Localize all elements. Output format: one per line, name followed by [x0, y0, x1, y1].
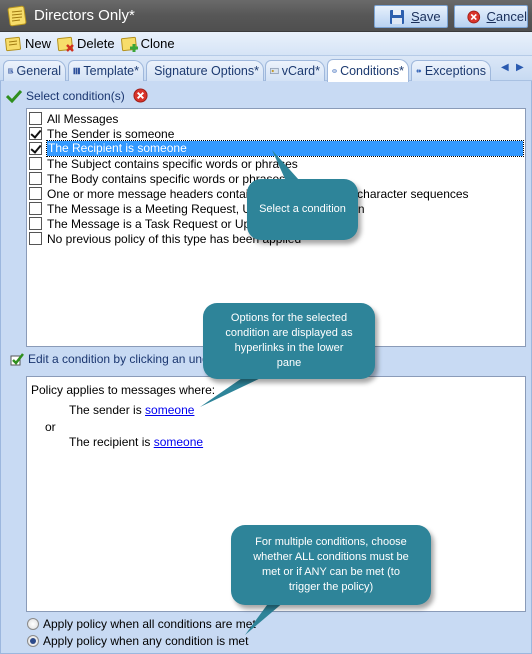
- green-check-icon: [6, 89, 22, 103]
- condition-checkbox[interactable]: [29, 112, 42, 125]
- description-connector: or: [45, 420, 56, 434]
- description-sender-line: The sender is someone: [69, 403, 195, 417]
- tab-vcard[interactable]: vCard*: [265, 60, 325, 81]
- title-bar: Directors Only* Save Cancel: [0, 0, 532, 32]
- apply-all-radio[interactable]: Apply policy when all conditions are met: [27, 617, 256, 631]
- policy-note-icon: [7, 5, 27, 27]
- tab-scroll-right-button[interactable]: ▶: [516, 62, 524, 73]
- callout-multiple-conditions: For multiple conditions, choose whether …: [231, 525, 431, 605]
- new-policy-icon: [5, 36, 21, 51]
- radio-button[interactable]: [27, 635, 39, 647]
- condition-checkbox[interactable]: [29, 142, 42, 155]
- condition-label: The Message is a Task Request or Update: [47, 216, 274, 231]
- exceptions-icon: [416, 69, 422, 73]
- condition-item[interactable]: All Messages: [29, 111, 523, 126]
- tab-conditions[interactable]: Conditions*: [327, 59, 409, 82]
- general-icon: [8, 68, 14, 74]
- delete-button[interactable]: Delete: [57, 36, 115, 52]
- sender-someone-link[interactable]: someone: [145, 403, 194, 417]
- condition-item[interactable]: The Sender is someone: [29, 126, 523, 141]
- window-title: Directors Only*: [34, 7, 135, 24]
- edit-check-icon: [10, 353, 24, 366]
- conditions-icon: [332, 69, 337, 73]
- save-button[interactable]: Save: [374, 5, 448, 28]
- tab-template[interactable]: Template*: [68, 60, 144, 81]
- toolbar: New Delete Clone: [0, 32, 532, 56]
- callout-options-hyperlinks: Options for the selected condition are d…: [203, 303, 375, 379]
- clone-policy-icon: [120, 36, 138, 52]
- vcard-icon: [270, 67, 279, 75]
- new-button[interactable]: New: [5, 36, 51, 52]
- tab-strip: General Template* Signature Options* vCa…: [0, 56, 532, 82]
- condition-checkbox[interactable]: [29, 157, 42, 170]
- save-icon: [390, 9, 404, 24]
- tab-signature-options[interactable]: Signature Options*: [146, 60, 264, 81]
- condition-checkbox[interactable]: [29, 127, 42, 140]
- clone-button[interactable]: Clone: [120, 36, 175, 52]
- cancel-icon: [467, 10, 481, 23]
- select-conditions-header: Select condition(s): [6, 88, 152, 103]
- apply-any-radio[interactable]: Apply policy when any condition is met: [27, 634, 248, 648]
- clear-conditions-icon[interactable]: [133, 88, 148, 103]
- radio-button[interactable]: [27, 618, 39, 630]
- tab-exceptions[interactable]: Exceptions: [411, 60, 491, 81]
- recipient-someone-link[interactable]: someone: [154, 435, 203, 449]
- tab-general[interactable]: General: [3, 60, 66, 81]
- condition-checkbox[interactable]: [29, 187, 42, 200]
- template-icon: [73, 67, 80, 75]
- condition-label: The Sender is someone: [47, 126, 175, 141]
- description-recipient-line: The recipient is someone: [69, 435, 204, 449]
- delete-policy-icon: [57, 36, 74, 52]
- cancel-button[interactable]: Cancel: [454, 5, 528, 28]
- description-intro: Policy applies to messages where:: [31, 383, 216, 397]
- condition-label: All Messages: [47, 111, 119, 126]
- condition-checkbox[interactable]: [29, 172, 42, 185]
- callout-select-condition: Select a condition: [247, 179, 358, 240]
- condition-checkbox[interactable]: [29, 232, 42, 245]
- condition-checkbox[interactable]: [29, 217, 42, 230]
- condition-checkbox[interactable]: [29, 202, 42, 215]
- tab-scroll-left-button[interactable]: ◀: [501, 62, 509, 73]
